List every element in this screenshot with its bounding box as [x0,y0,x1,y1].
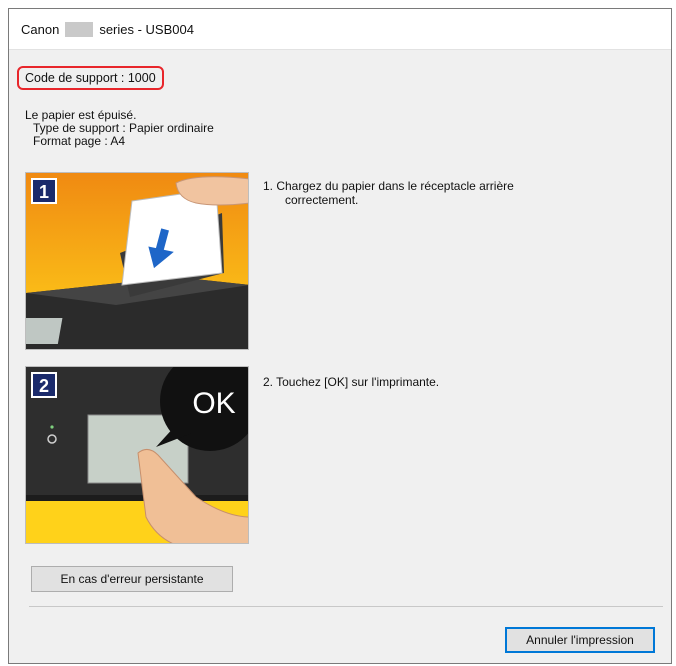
step-1-instruction: 1. Chargez du papier dans le réceptacle … [263,179,514,207]
press-ok-illustration: OK 2 [26,367,248,543]
step-1-text-continued: correctement. [285,193,359,207]
error-message: Le papier est épuisé. Type de support : … [25,109,214,148]
printer-error-dialog: Canon series - USB004 Code de support : … [8,8,672,664]
step-1-text: 1. Chargez du papier dans le réceptacle … [263,179,514,193]
window-title-suffix: series - USB004 [99,21,194,37]
load-paper-illustration: 1 [26,173,248,349]
step-2-badge: 2 [39,376,49,396]
window-title-prefix: Canon [21,21,60,37]
support-code-box: Code de support : 1000 [17,66,164,90]
title-bar: Canon series - USB004 [9,9,671,50]
footer-divider [29,606,663,607]
support-code-text: Code de support : 1000 [25,71,156,85]
step-1-badge: 1 [39,182,49,202]
step-2-instruction: 2. Touchez [OK] sur l'imprimante. [263,375,439,389]
step-1-illustration: 1 [25,172,249,350]
ok-bubble-label: OK [192,387,235,420]
redacted-model-name [65,21,94,37]
persistent-error-button[interactable]: En cas d'erreur persistante [31,566,233,592]
message-page-size: Format page : A4 [33,134,126,148]
step-2-illustration: OK 2 [25,366,249,544]
step-2-text: 2. Touchez [OK] sur l'imprimante. [263,375,440,389]
cancel-print-button[interactable]: Annuler l'impression [505,627,655,653]
